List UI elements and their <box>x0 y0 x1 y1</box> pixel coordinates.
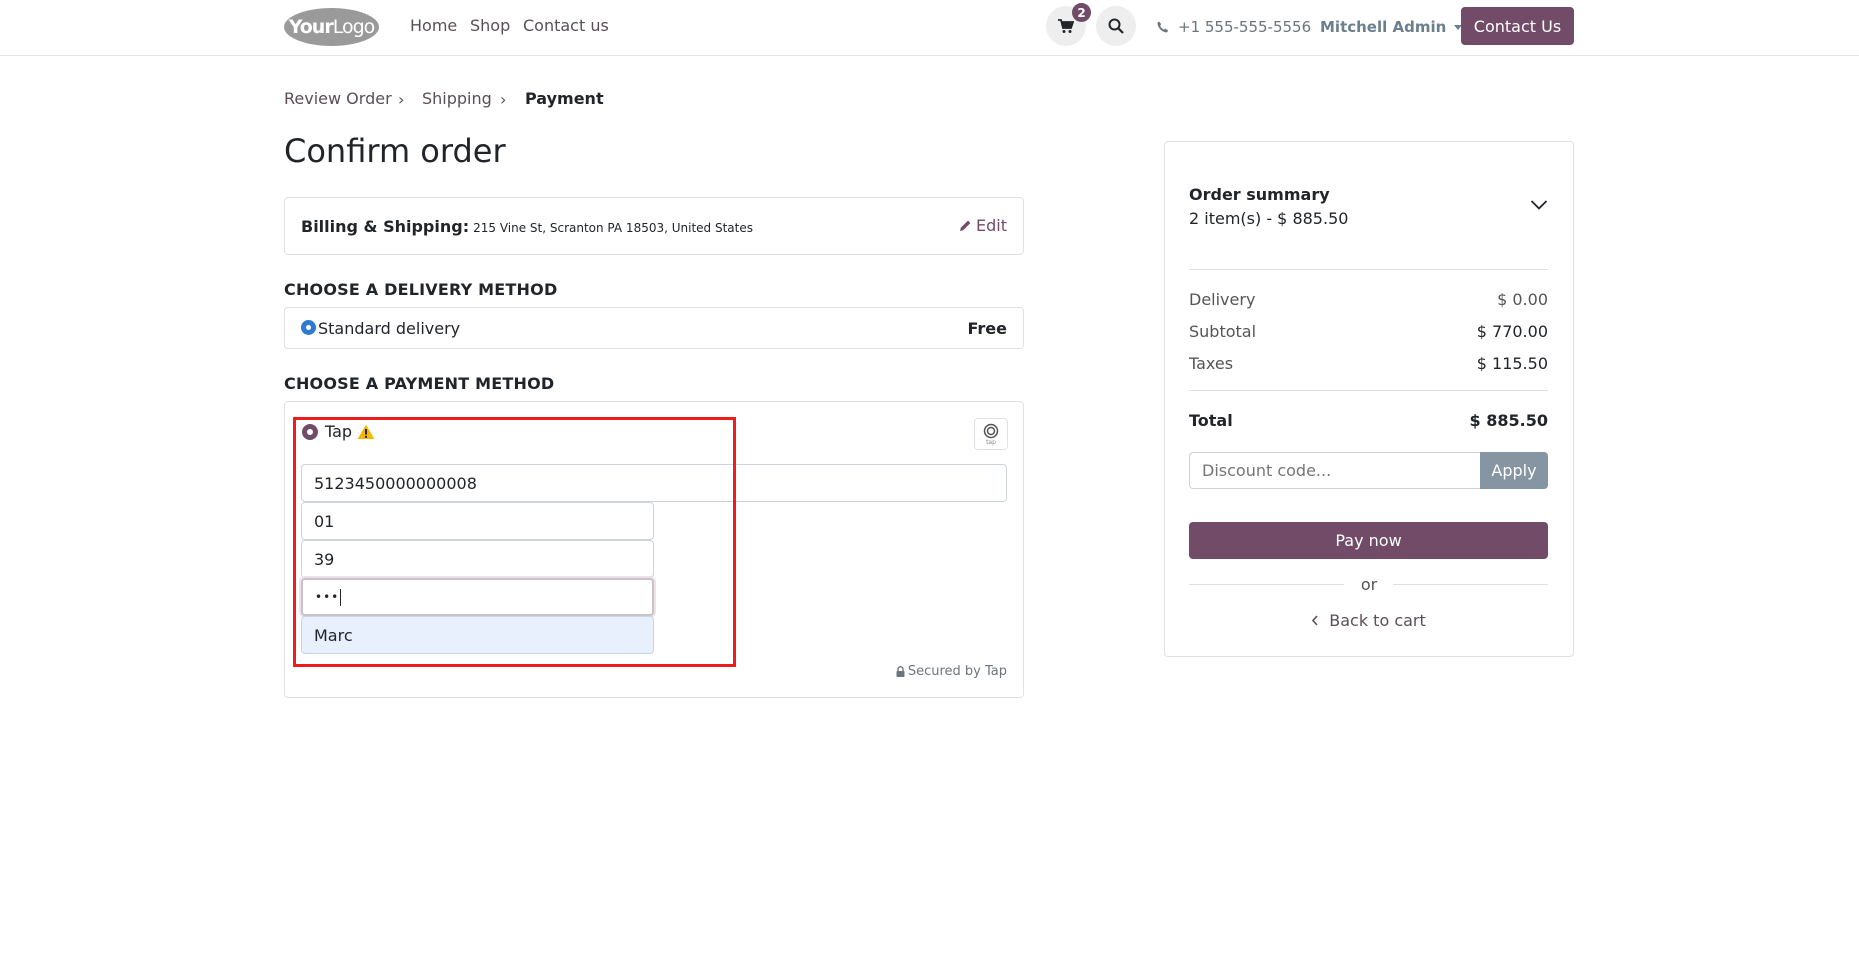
chevron-down-icon[interactable] <box>1530 199 1548 211</box>
cvc-value: ••• <box>315 590 340 604</box>
expiry-year-input[interactable]: 39 <box>301 540 654 578</box>
total-label: Total <box>1189 411 1233 430</box>
discount-group: Apply <box>1189 452 1548 489</box>
payment-provider-name: Tap <box>325 422 353 441</box>
nav-contact-us[interactable]: Contact us <box>523 16 609 35</box>
tap-provider-logo: tap <box>974 418 1008 450</box>
cart-button[interactable]: 2 <box>1046 3 1091 46</box>
cart-icon <box>1058 18 1074 33</box>
logo-text-thin: Logo <box>332 16 376 38</box>
chevron-right-icon: › <box>500 90 507 109</box>
phone-contact[interactable]: +1 555-555-5556 <box>1157 18 1311 36</box>
user-menu[interactable]: Mitchell Admin <box>1320 18 1463 36</box>
phone-number: +1 555-555-5556 <box>1178 18 1312 36</box>
cardholder-name-input[interactable]: Marc <box>301 616 654 654</box>
or-divider-left <box>1189 584 1344 585</box>
search-button[interactable] <box>1096 6 1136 46</box>
chevron-right-icon: › <box>398 90 405 109</box>
breadcrumb-review-order[interactable]: Review Order <box>284 89 392 108</box>
nav-home[interactable]: Home <box>410 16 457 35</box>
logo-text-main: Your <box>288 16 334 38</box>
expiry-month-input[interactable]: 01 <box>301 502 654 540</box>
total-row: Total $ 885.50 <box>1189 411 1548 430</box>
edit-address-link[interactable]: Edit <box>959 216 1007 235</box>
page-title: Confirm order <box>284 132 506 170</box>
taxes-label: Taxes <box>1189 354 1234 373</box>
payment-card: Tap tap 5123450000000008 01 39 ••• Marc … <box>284 401 1024 698</box>
apply-discount-button[interactable]: Apply <box>1480 452 1548 489</box>
delivery-row: Delivery $ 0.00 <box>1189 290 1548 309</box>
chevron-left-icon <box>1312 615 1318 626</box>
cart-count-badge: 2 <box>1072 3 1091 22</box>
tap-logo-icon <box>983 423 999 438</box>
summary-divider <box>1189 390 1548 391</box>
delivery-option[interactable]: Standard delivery Free <box>284 307 1024 349</box>
delivery-price: Free <box>967 319 1008 338</box>
delivery-label: Delivery <box>1189 290 1256 309</box>
total-value: $ 885.50 <box>1469 411 1548 430</box>
secured-by-note: Secured by Tap <box>896 664 1007 679</box>
cvc-input[interactable]: ••• <box>301 578 654 616</box>
subtotal-label: Subtotal <box>1189 322 1257 341</box>
or-separator: or <box>1360 575 1378 594</box>
payment-section-title: CHOOSE A PAYMENT METHOD <box>284 374 555 393</box>
order-summary-title: Order summary <box>1189 185 1330 204</box>
text-cursor <box>340 588 342 606</box>
nav-shop[interactable]: Shop <box>470 16 510 35</box>
billing-card: Billing & Shipping: 215 Vine St, Scranto… <box>284 197 1024 255</box>
edit-label: Edit <box>976 216 1007 235</box>
billing-address: 215 Vine St, Scranton PA 18503, United S… <box>473 221 753 235</box>
search-icon <box>1108 18 1124 34</box>
delivery-radio[interactable] <box>302 321 315 334</box>
delivery-section-title: CHOOSE A DELIVERY METHOD <box>284 280 558 299</box>
discount-code-input[interactable] <box>1189 452 1480 489</box>
breadcrumb-shipping[interactable]: Shipping <box>422 89 492 108</box>
payment-radio-tap[interactable] <box>302 424 318 440</box>
taxes-row: Taxes $ 115.50 <box>1189 354 1548 373</box>
or-divider-right <box>1393 584 1548 585</box>
secured-by-text: Secured by Tap <box>907 664 1007 679</box>
breadcrumb-payment: Payment <box>525 89 604 108</box>
subtotal-value: $ 770.00 <box>1476 322 1548 341</box>
taxes-value: $ 115.50 <box>1476 354 1548 373</box>
order-summary-items: 2 item(s) - $ 885.50 <box>1189 209 1349 228</box>
contact-us-button[interactable]: Contact Us <box>1461 7 1574 45</box>
delivery-value: $ 0.00 <box>1497 290 1548 309</box>
back-to-cart-link[interactable]: Back to cart <box>1189 611 1548 630</box>
lock-icon <box>896 666 905 677</box>
subtotal-row: Subtotal $ 770.00 <box>1189 322 1548 341</box>
billing-label: Billing & Shipping: <box>301 217 470 236</box>
delivery-option-label: Standard delivery <box>318 319 461 338</box>
card-number-input[interactable]: 5123450000000008 <box>301 464 1007 502</box>
back-to-cart-label: Back to cart <box>1329 611 1426 630</box>
pencil-icon <box>960 220 971 231</box>
phone-icon <box>1157 21 1169 33</box>
pay-now-button[interactable]: Pay now <box>1189 522 1548 559</box>
summary-divider <box>1189 269 1548 270</box>
site-logo[interactable]: Your Logo <box>284 8 379 46</box>
warning-icon <box>357 424 375 439</box>
site-header: Your Logo Home Shop Contact us 2 +1 555-5… <box>0 0 1859 56</box>
tap-logo-text: tap <box>986 438 996 446</box>
user-name: Mitchell Admin <box>1320 18 1447 36</box>
